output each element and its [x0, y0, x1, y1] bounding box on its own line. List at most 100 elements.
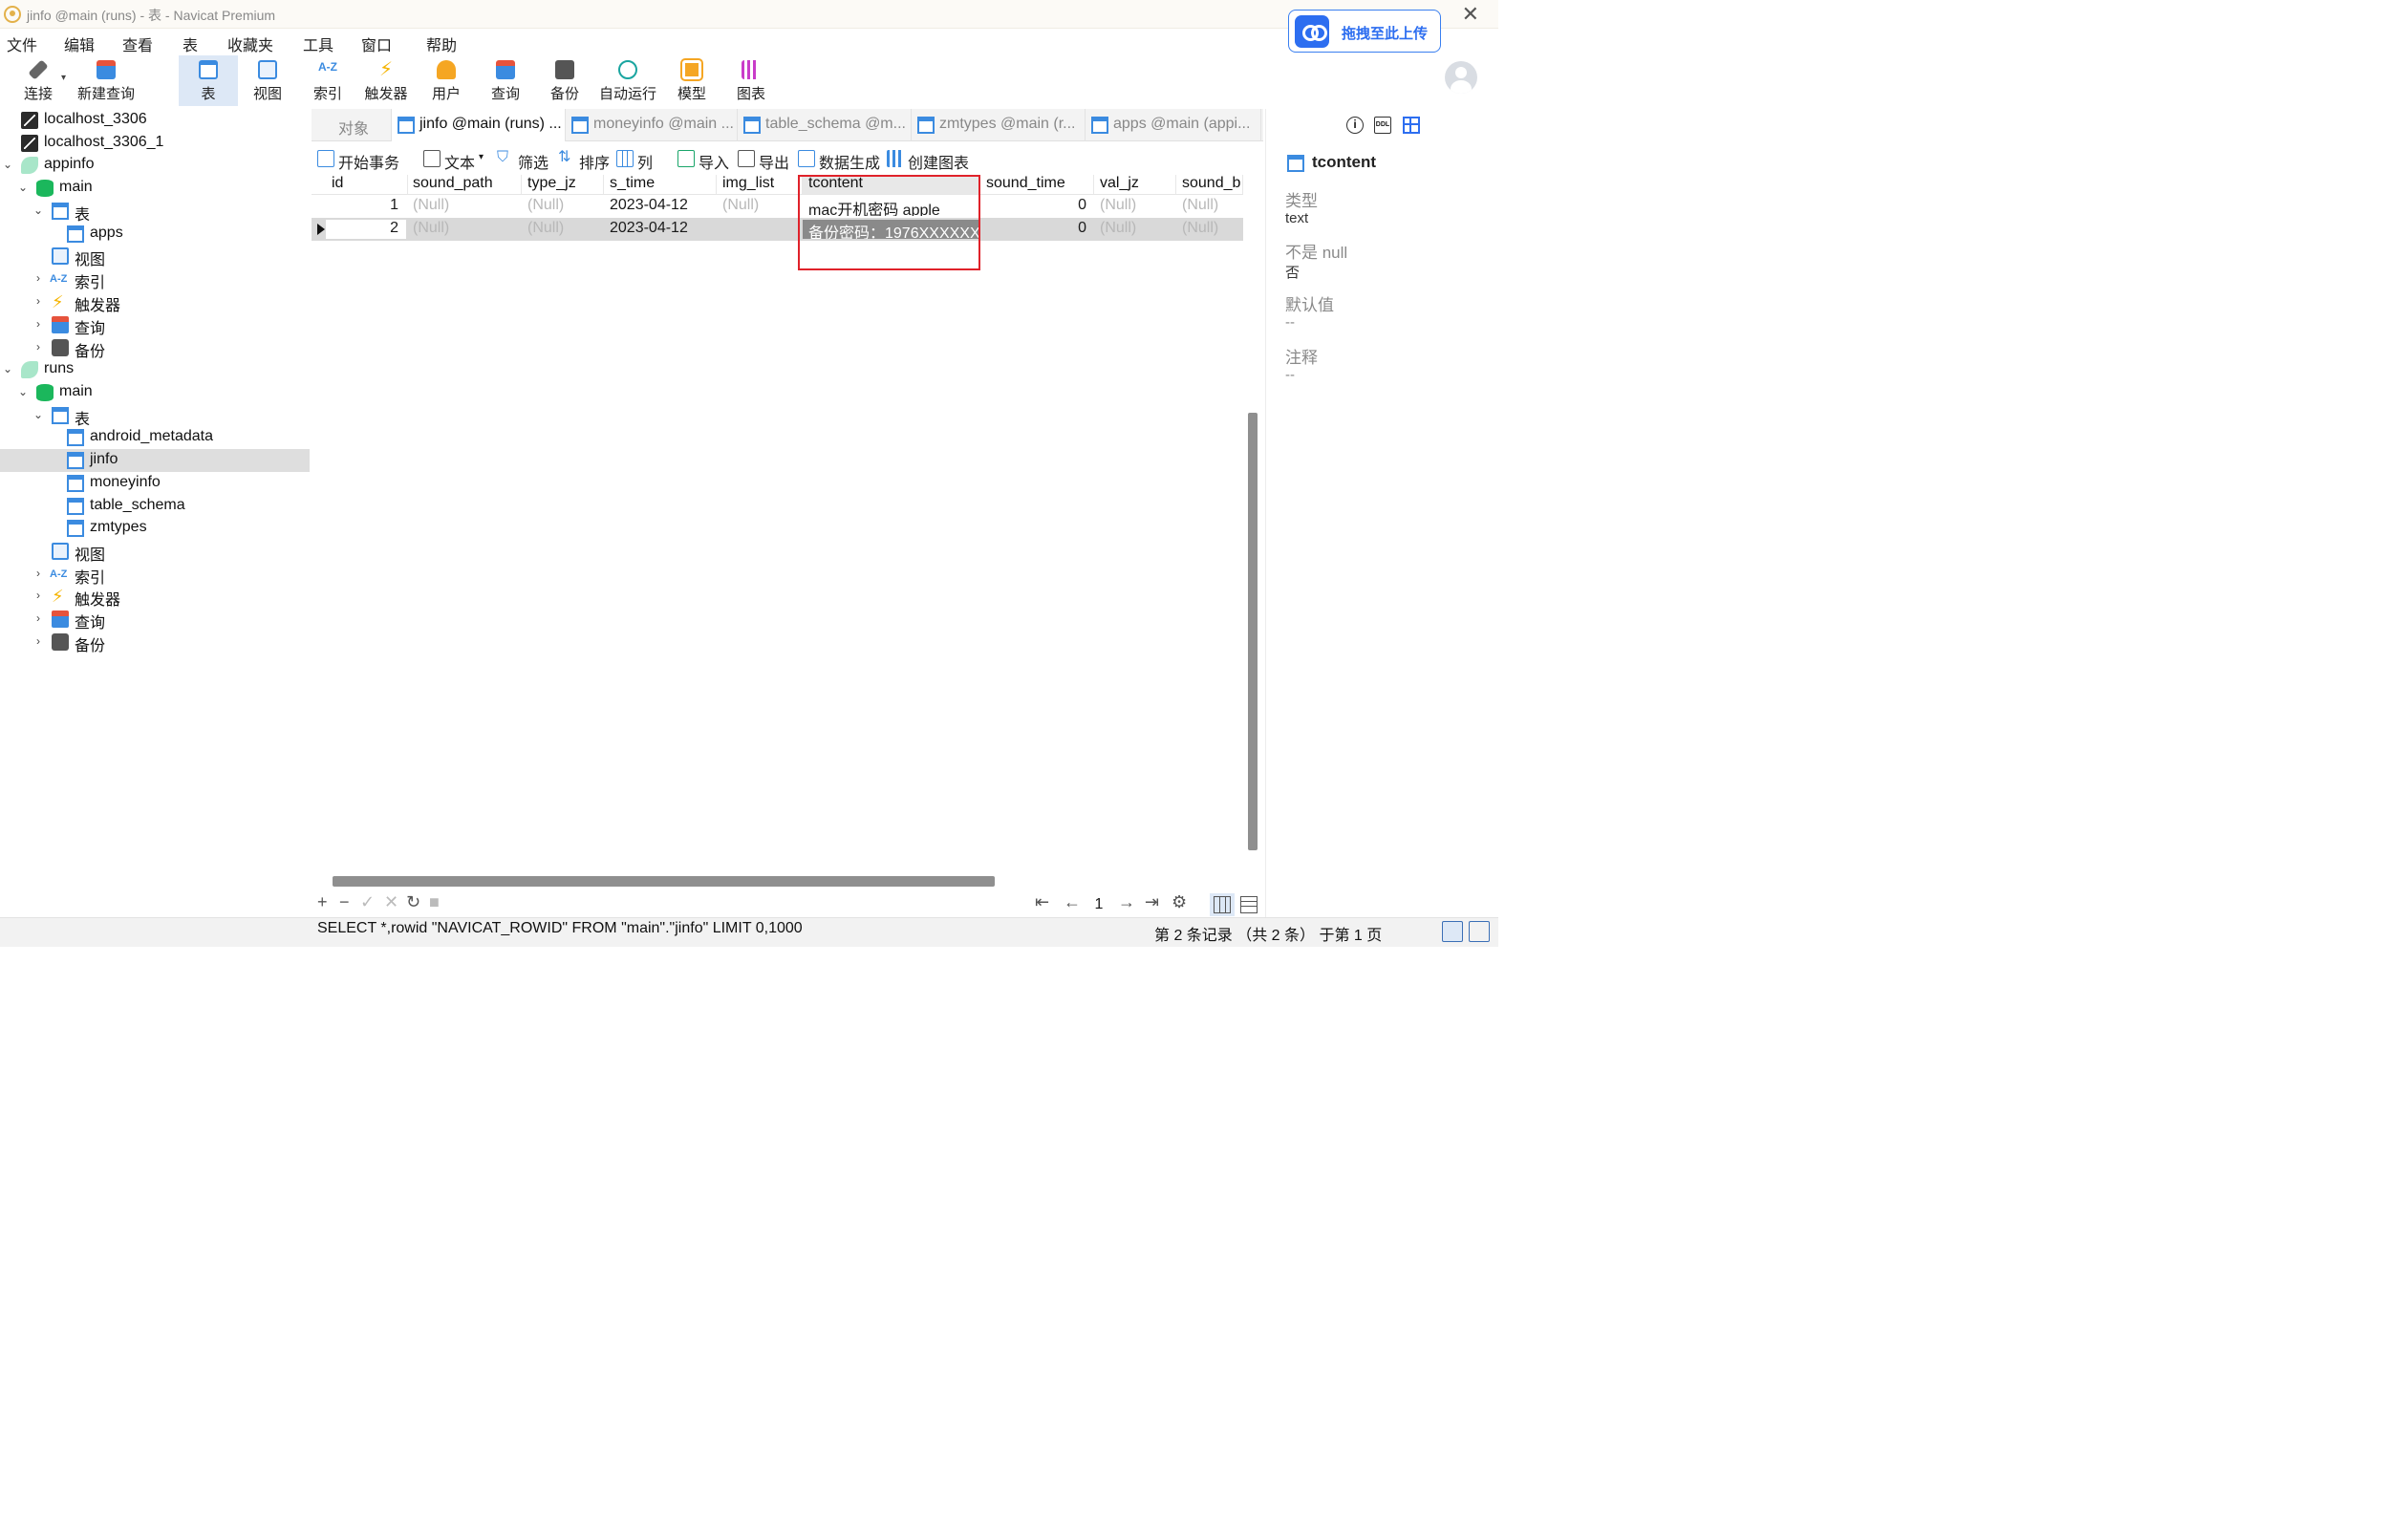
text-view-button[interactable]: 文本 ▾ [423, 148, 492, 172]
tree-views-group[interactable]: 视图 [0, 540, 310, 564]
tree-connection-runs[interactable]: ⌄ runs [0, 358, 310, 381]
export-button[interactable]: 导出 [738, 148, 791, 172]
chevron-down-icon[interactable]: ⌄ [2, 362, 13, 375]
cell-id[interactable]: 2 [326, 220, 406, 239]
user-button[interactable]: 用户 [422, 55, 470, 106]
chevron-down-icon[interactable]: ⌄ [17, 181, 29, 194]
chevron-right-icon[interactable]: › [32, 567, 44, 580]
chevron-down-icon[interactable]: ⌄ [32, 204, 44, 217]
previous-page-icon[interactable]: ← [1064, 892, 1081, 912]
next-page-icon[interactable]: → [1118, 892, 1135, 912]
apply-changes-icon[interactable]: ✓ [360, 892, 375, 912]
begin-transaction-button[interactable]: 开始事务 [317, 148, 405, 172]
tree-table-jinfo[interactable]: jinfo [0, 449, 310, 472]
column-header-img-list[interactable]: img_list [717, 175, 803, 194]
menu-help[interactable]: 帮助 [426, 32, 457, 55]
menu-view[interactable]: 查看 [122, 32, 153, 55]
tree-backups-group[interactable]: › 备份 [0, 336, 310, 360]
cell-s-time[interactable]: 2023-04-12 [604, 197, 717, 216]
menu-table[interactable]: 表 [183, 32, 198, 55]
cell-sound-b[interactable]: (Null) [1176, 220, 1243, 239]
connect-dropdown-icon[interactable]: ▾ [61, 73, 66, 83]
menu-tools[interactable]: 工具 [303, 32, 333, 55]
chevron-right-icon[interactable]: › [32, 317, 44, 331]
tree-queries-group[interactable]: › 查询 [0, 313, 310, 337]
cell-img-list[interactable]: (Null) [717, 197, 803, 216]
index-button[interactable]: A-Z 索引 [301, 55, 355, 106]
grid-view-button[interactable] [1210, 893, 1235, 916]
chevron-right-icon[interactable]: › [32, 340, 44, 353]
horizontal-scrollbar-thumb[interactable] [333, 876, 995, 887]
cell-val-jz[interactable]: (Null) [1094, 197, 1176, 216]
column-header-sound-b[interactable]: sound_b [1176, 175, 1243, 194]
chevron-right-icon[interactable]: › [32, 589, 44, 602]
tree-indexes-group[interactable]: › A-Z 索引 [0, 268, 310, 291]
filter-button[interactable]: ⛉ 筛选 [497, 148, 550, 173]
model-button[interactable]: 模型 [667, 55, 717, 106]
delete-record-icon[interactable]: − [339, 892, 350, 912]
data-grid[interactable]: id sound_path type_jz s_time img_list tc… [312, 174, 1243, 871]
tab-apps[interactable]: apps @main (appi... [1086, 109, 1261, 141]
table-button[interactable]: 表 [179, 55, 238, 106]
table-row[interactable]: 2 (Null) (Null) 2023-04-12 备份密码：1976XXXX… [312, 218, 1243, 241]
cell-sound-path[interactable]: (Null) [407, 197, 522, 216]
tree-table-moneyinfo[interactable]: moneyinfo [0, 472, 310, 495]
discard-changes-icon[interactable]: ✕ [384, 892, 398, 912]
form-view-button[interactable] [1236, 893, 1261, 916]
tab-moneyinfo[interactable]: moneyinfo @main ... [566, 109, 738, 141]
tab-table-schema[interactable]: table_schema @m... [738, 109, 912, 141]
table-row[interactable]: 1 (Null) (Null) 2023-04-12 (Null) mac开机密… [312, 195, 1243, 218]
stop-icon[interactable]: ■ [429, 892, 440, 912]
column-header-sound-path[interactable]: sound_path [407, 175, 522, 194]
cell-val-jz[interactable]: (Null) [1094, 220, 1176, 239]
refresh-icon[interactable]: ↻ [406, 892, 420, 912]
last-page-icon[interactable]: ⇥ [1145, 892, 1159, 912]
ddl-icon[interactable]: DDL [1374, 117, 1391, 134]
cell-s-time[interactable]: 2023-04-12 [604, 220, 717, 239]
info-icon[interactable]: i [1346, 117, 1364, 134]
chevron-down-icon[interactable]: ⌄ [32, 408, 44, 421]
tree-table-table-schema[interactable]: table_schema [0, 495, 310, 518]
column-header-val-jz[interactable]: val_jz [1094, 175, 1176, 194]
menu-favorites[interactable]: 收藏夹 [227, 32, 273, 55]
backup-button[interactable]: 备份 [540, 55, 590, 106]
cell-sound-path[interactable]: (Null) [407, 220, 522, 239]
cell-sound-time[interactable]: 0 [980, 197, 1094, 216]
connect-button[interactable]: 连接 [17, 55, 59, 106]
chevron-right-icon[interactable]: › [32, 294, 44, 308]
close-window-icon[interactable]: ✕ [1462, 2, 1479, 27]
data-generation-button[interactable]: 数据生成 [798, 148, 884, 172]
add-record-icon[interactable]: + [317, 892, 328, 912]
tree-schema-main[interactable]: ⌄ main [0, 177, 310, 200]
tree-triggers-group[interactable]: › ⚡ 触发器 [0, 585, 310, 609]
column-header-id[interactable]: id [326, 175, 408, 194]
chevron-right-icon[interactable]: › [32, 271, 44, 285]
tab-objects[interactable]: 对象 [312, 109, 392, 141]
tree-queries-group[interactable]: › 查询 [0, 608, 310, 632]
chevron-down-icon[interactable]: ⌄ [17, 385, 29, 398]
user-avatar[interactable] [1445, 61, 1477, 94]
tree-connection-localhost-3306[interactable]: localhost_3306 [0, 109, 310, 132]
vertical-scrollbar-thumb[interactable] [1248, 413, 1258, 850]
import-button[interactable]: 导入 [677, 148, 731, 172]
cell-img-list[interactable] [717, 220, 803, 239]
page-number-field[interactable]: 1 [1085, 893, 1113, 916]
tab-zmtypes[interactable]: zmtypes @main (r... [912, 109, 1086, 141]
menu-file[interactable]: 文件 [7, 32, 37, 55]
view-button[interactable]: 视图 [241, 55, 294, 106]
tree-tables-group[interactable]: ⌄ 表 [0, 404, 310, 428]
tab-jinfo[interactable]: jinfo @main (runs) ... [392, 109, 566, 141]
tree-triggers-group[interactable]: › ⚡ 触发器 [0, 290, 310, 314]
chevron-right-icon[interactable]: › [32, 611, 44, 625]
cell-type-jz[interactable]: (Null) [522, 197, 604, 216]
cell-sound-b[interactable]: (Null) [1176, 197, 1243, 216]
column-header-sound-time[interactable]: sound_time [980, 175, 1094, 194]
columns-button[interactable]: 列 [616, 148, 655, 172]
upload-drop-button[interactable]: 拖拽至此上传 [1288, 10, 1441, 53]
toggle-left-panel-icon[interactable] [1442, 921, 1463, 942]
chart-button[interactable]: 图表 [726, 55, 776, 106]
tree-indexes-group[interactable]: › A-Z 索引 [0, 563, 310, 587]
gear-icon[interactable]: ⚙ [1172, 892, 1187, 912]
cell-id[interactable]: 1 [326, 197, 406, 216]
table-structure-icon[interactable] [1403, 117, 1420, 134]
